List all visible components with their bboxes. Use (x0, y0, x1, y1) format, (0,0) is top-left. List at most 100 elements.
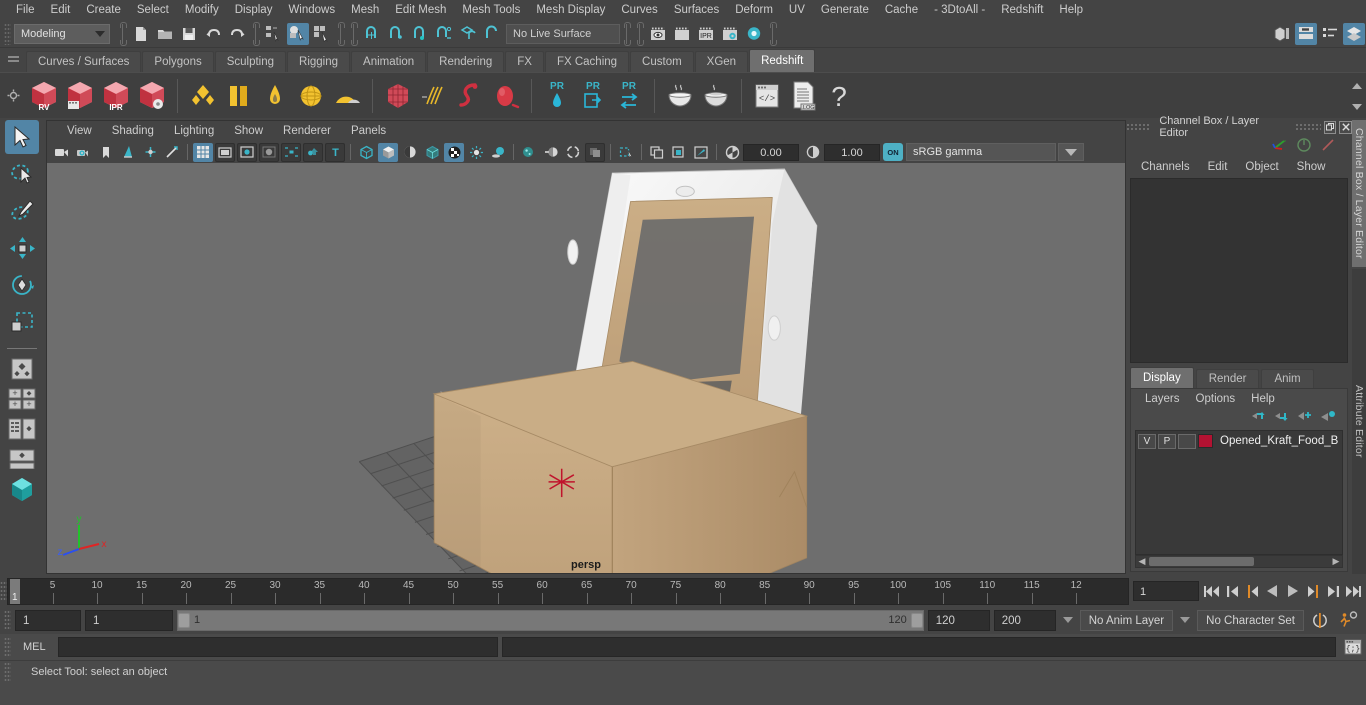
menu-item-mesh-display[interactable]: Mesh Display (528, 0, 613, 20)
shelf-tab-fx-caching[interactable]: FX Caching (544, 51, 630, 72)
shelf-button-redshift-volume[interactable] (380, 76, 416, 116)
channel-box-icon[interactable] (1272, 138, 1288, 155)
select-tool-button[interactable] (5, 120, 39, 154)
lasso-select-tool-button[interactable] (5, 157, 39, 191)
shelf-button-redshift-render-settings[interactable] (134, 76, 170, 116)
shelf-button-redshift-material[interactable] (185, 76, 221, 116)
show-attribute-editor-icon[interactable] (1295, 22, 1317, 45)
attribute-editor-icon[interactable] (1296, 137, 1312, 156)
perspective-viewport[interactable]: y x z persp (47, 163, 1125, 573)
channel-box-content[interactable] (1130, 178, 1348, 363)
make-live-icon[interactable] (481, 23, 503, 45)
channel-box-menu-show[interactable]: Show (1288, 161, 1335, 173)
depth-peeling-icon[interactable] (585, 142, 605, 162)
status-separator[interactable] (637, 21, 644, 46)
play-forwards-icon[interactable] (1283, 580, 1302, 602)
shelf-scroll-up-icon[interactable] (1352, 82, 1362, 89)
menu-item-curves[interactable]: Curves (613, 0, 665, 20)
range-slider-grip[interactable] (4, 610, 11, 630)
shelf-tab-curves-surfaces[interactable]: Curves / Surfaces (26, 51, 142, 72)
menu-item-surfaces[interactable]: Surfaces (666, 0, 727, 20)
status-separator[interactable] (624, 21, 631, 46)
layer-menu-options[interactable]: Options (1188, 393, 1244, 405)
exposure-icon[interactable] (722, 143, 742, 162)
wireframe-icon[interactable] (356, 143, 376, 162)
shelf-tab-custom[interactable]: Custom (630, 51, 694, 72)
save-scene-icon[interactable] (178, 23, 200, 45)
use-all-lights-icon[interactable] (466, 143, 486, 162)
help-line-grip[interactable] (4, 661, 11, 682)
step-back-frame-icon[interactable] (1243, 580, 1262, 602)
gate-mask-icon[interactable] (259, 142, 279, 162)
range-slider-right-handle[interactable] (910, 612, 923, 628)
shelf-button-redshift-light-dome[interactable] (257, 76, 293, 116)
menu-item-mesh-tools[interactable]: Mesh Tools (454, 0, 528, 20)
shelf-scroll-down-icon[interactable] (1352, 103, 1362, 110)
current-frame-field[interactable]: 1 (1133, 581, 1199, 601)
command-language-label[interactable]: MEL (15, 641, 54, 653)
menu-item-generate[interactable]: Generate (813, 0, 877, 20)
open-scene-icon[interactable] (154, 23, 176, 45)
render-settings-icon[interactable] (719, 23, 741, 45)
menu-item-display[interactable]: Display (227, 0, 281, 20)
shelf-button-redshift-help[interactable]: ? (821, 76, 857, 116)
select-component-icon[interactable] (311, 23, 333, 45)
status-separator[interactable] (351, 21, 358, 46)
screen-space-ao-icon[interactable] (519, 143, 539, 162)
shelf-scroll-arrows[interactable] (1350, 75, 1364, 117)
shelf-button-redshift-log[interactable]: .LOG (785, 76, 821, 116)
move-tool-button[interactable] (5, 231, 39, 265)
snap-grid-icon[interactable] (361, 23, 383, 45)
time-slider[interactable]: 1 5 10 15 20 25 30 35 40 45 50 55 60 65 70 75 80 85 90 95 10… (7, 577, 1129, 605)
shaded-wireframe-icon[interactable] (400, 143, 420, 162)
render-view-icon[interactable] (647, 23, 669, 45)
menu-item-edit[interactable]: Edit (43, 0, 79, 20)
status-separator[interactable] (120, 21, 127, 46)
menu-item-3dtoall[interactable]: - 3DtoAll - (926, 0, 993, 20)
status-separator[interactable] (253, 21, 260, 46)
xray-icon[interactable] (422, 143, 442, 162)
shelf-button-redshift-bake-1[interactable] (662, 76, 698, 116)
layer-menu-help[interactable]: Help (1243, 393, 1283, 405)
shelf-options-gear-icon[interactable] (0, 89, 26, 102)
bookmark-icon[interactable] (96, 143, 116, 162)
layer-list[interactable]: V P Opened_Kraft_Food_B (1135, 429, 1343, 555)
scroll-right-icon[interactable]: ▶ (1330, 556, 1342, 567)
shelf-button-redshift-pr-swap[interactable]: PR (611, 76, 647, 116)
anim-layer-field[interactable]: No Anim Layer (1079, 609, 1174, 631)
snap-curve-icon[interactable] (385, 23, 407, 45)
create-layer-from-selected-icon[interactable] (1320, 410, 1335, 425)
shelf-button-redshift-environment[interactable] (293, 76, 329, 116)
restore-icon[interactable] (1323, 120, 1337, 134)
resolution-gate-icon[interactable] (237, 142, 257, 162)
animation-preferences-icon[interactable] (1336, 609, 1362, 631)
layout-outliner-persp-button[interactable] (5, 415, 39, 443)
select-hierarchy-icon[interactable] (263, 23, 285, 45)
command-line-grip[interactable] (4, 637, 11, 657)
shelf-button-redshift-pr-export[interactable]: PR (575, 76, 611, 116)
layer-visibility-toggle[interactable]: V (1138, 433, 1156, 449)
viewport-menu-show[interactable]: Show (224, 125, 273, 137)
film-origin-icon[interactable] (281, 142, 301, 162)
undo-icon[interactable] (202, 23, 224, 45)
range-slider-left-handle[interactable] (178, 612, 190, 628)
shelf-tab-redshift[interactable]: Redshift (749, 49, 816, 72)
paste-view-icon[interactable] (669, 143, 689, 162)
viewport-menu-shading[interactable]: Shading (102, 125, 164, 137)
layout-single-perspective-button[interactable] (5, 355, 39, 383)
exposure-value-field[interactable]: 0.00 (743, 143, 799, 161)
menu-item-uv[interactable]: UV (781, 0, 813, 20)
create-empty-layer-icon[interactable] (1297, 410, 1312, 425)
color-management-toggle-icon[interactable]: ON (883, 143, 903, 161)
shelf-button-redshift-hair[interactable] (416, 76, 452, 116)
gamma-value-field[interactable]: 1.00 (824, 143, 880, 161)
show-channel-box-icon[interactable] (1343, 22, 1365, 45)
layer-playback-toggle[interactable]: P (1158, 433, 1176, 449)
step-back-keyframe-icon[interactable] (1223, 580, 1242, 602)
character-set-field[interactable]: No Character Set (1197, 609, 1304, 631)
shelf-button-redshift-proxy[interactable] (329, 76, 365, 116)
render-frame-icon[interactable] (671, 23, 693, 45)
shadows-icon[interactable] (162, 143, 182, 162)
channel-box-menu-edit[interactable]: Edit (1199, 161, 1237, 173)
show-modeling-toolkit-icon[interactable] (1271, 23, 1293, 45)
